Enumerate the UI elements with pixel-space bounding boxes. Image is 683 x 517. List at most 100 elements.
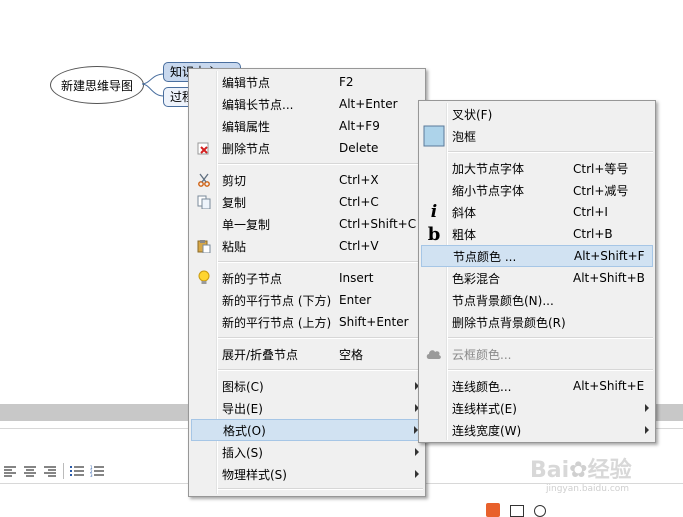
toolbar-separator [63,463,64,479]
menu-item-export[interactable]: 导出(E) [191,397,423,419]
menu-item-shortcut: Alt+Shift+B [573,271,645,285]
menu-item-label: 连线样式(E) [452,401,517,416]
menu-separator [218,488,423,490]
menu-item-icons[interactable]: 图标(C) [191,375,423,397]
menu-item-label: 新的子节点 [222,271,283,286]
menu-item-shortcut: Insert [339,271,374,285]
menu-item-increase-font[interactable]: 加大节点字体 Ctrl+等号 [421,157,653,179]
root-node[interactable]: 新建思维导图 [50,66,144,104]
menu-item-edge-width[interactable]: 连线宽度(W) [421,419,653,441]
menu-item-new-child-node[interactable]: 新的子节点 Insert [191,267,423,289]
menu-item-decrease-font[interactable]: 缩小节点字体 Ctrl+减号 [421,179,653,201]
setting-icon[interactable] [534,505,546,517]
menu-item-remove-node-bg-color[interactable]: 删除节点背景颜色(R) [421,311,653,333]
menu-item-shortcut: Ctrl+Shift+C [339,217,417,231]
menu-item-edge-style[interactable]: 连线样式(E) [421,397,653,419]
submenu-arrow-icon [415,448,419,456]
menu-item-label: 节点背景颜色(N)... [452,293,554,308]
italic-icon: i [430,202,438,222]
menu-item-paste[interactable]: 粘贴 Ctrl+V [191,235,423,257]
submenu-arrow-icon [645,426,649,434]
menu-item-label: 物理样式(S) [222,467,287,482]
menu-item-bold[interactable]: b 粗体 Ctrl+B [421,223,653,245]
align-center-icon[interactable] [20,462,40,480]
menu-item-label: 叉状(F) [452,107,493,122]
menu-item-label: 新的平行节点 (下方) [222,293,332,308]
menu-item-label: 编辑长节点... [222,97,294,112]
align-left-icon[interactable] [0,462,20,480]
menu-item-label: 云框颜色... [452,347,512,362]
menu-item-label: 删除节点背景颜色(R) [452,315,566,330]
menu-item-fork[interactable]: 叉状(F) [421,103,653,125]
menu-item-label: 导出(E) [222,401,263,416]
menu-item-edit-long-node[interactable]: 编辑长节点... Alt+Enter [191,93,423,115]
menu-item-new-sibling-below[interactable]: 新的平行节点 (下方) Enter [191,289,423,311]
menu-item-label: 删除节点 [222,141,271,156]
menu-item-label: 剪切 [222,173,247,188]
menu-item-label: 编辑属性 [222,119,271,134]
scissors-icon [193,169,215,191]
menu-item-label: 编辑节点 [222,75,271,90]
menu-item-delete-node[interactable]: 删除节点 Delete [191,137,423,159]
menu-item-label: 缩小节点字体 [452,183,525,198]
menu-item-label: 泡框 [452,129,477,144]
menu-item-node-color[interactable]: 节点颜色 ... Alt+Shift+F [421,245,653,267]
paw-icon: ✿ [569,458,588,483]
format-submenu: 叉状(F) 泡框 加大节点字体 Ctrl+等号 缩小节点字体 Ctrl+减号 i… [418,100,656,443]
menu-item-shortcut: Ctrl+减号 [573,183,629,198]
paste-icon [193,235,215,257]
menu-item-label: 斜体 [452,205,477,220]
menu-item-label: 连线颜色... [452,379,512,394]
menu-item-shortcut: Alt+Enter [339,97,398,111]
menu-separator [218,163,423,165]
numbered-list-icon[interactable]: 123 [87,462,107,480]
align-right-icon[interactable] [40,462,60,480]
menu-item-shortcut: Ctrl+C [339,195,379,209]
svg-text:3: 3 [90,473,93,477]
menu-item-label: 展开/折叠节点 [222,347,299,362]
copy-icon [193,191,215,213]
menu-item-cut[interactable]: 剪切 Ctrl+X [191,169,423,191]
menu-item-edit-node[interactable]: 编辑节点 F2 [191,71,423,93]
cloud-icon [423,343,445,365]
menu-separator [448,337,653,339]
menu-item-color-blend[interactable]: 色彩混合 Alt+Shift+B [421,267,653,289]
menu-item-shortcut: Ctrl+等号 [573,161,629,176]
baidu-watermark: Bai✿经验 [530,452,632,484]
menu-item-shortcut: Enter [339,293,372,307]
menu-item-label: 加大节点字体 [452,161,525,176]
bullet-list-icon[interactable] [67,462,87,480]
menu-item-node-bg-color[interactable]: 节点背景颜色(N)... [421,289,653,311]
menu-separator [448,151,653,153]
menu-item-cloud-color[interactable]: 云框颜色... [421,343,653,365]
menu-item-shortcut: Alt+F9 [339,119,380,133]
menu-item-new-sibling-above[interactable]: 新的平行节点 (上方) Shift+Enter [191,311,423,333]
delete-icon [193,137,215,159]
menu-item-label: 节点颜色 ... [453,249,517,264]
menu-item-label: 图标(C) [222,379,264,394]
menu-item-shortcut: F2 [339,75,354,89]
menu-item-physical-style[interactable]: 物理样式(S) [191,463,423,485]
menu-separator [218,337,423,339]
menu-item-shortcut: Ctrl+X [339,173,379,187]
menu-item-italic[interactable]: i 斜体 Ctrl+I [421,201,653,223]
menu-item-label: 色彩混合 [452,271,501,286]
menu-item-edit-attributes[interactable]: 编辑属性 Alt+F9 [191,115,423,137]
app-icon[interactable] [486,503,500,517]
menu-item-bubble[interactable]: 泡框 [421,125,653,147]
menu-separator [218,369,423,371]
menu-item-label: 粘贴 [222,239,247,254]
node-connector [142,73,164,97]
watermark-brand2: 经验 [587,458,632,483]
menu-item-copy[interactable]: 复制 Ctrl+C [191,191,423,213]
format-toolbar: 123 [0,460,107,482]
menu-item-insert[interactable]: 插入(S) [191,441,423,463]
grid-icon[interactable] [510,505,524,517]
menu-item-toggle-fold[interactable]: 展开/折叠节点 空格 [191,343,423,365]
menu-item-format[interactable]: 格式(O) [191,419,423,441]
menu-item-label: 连线宽度(W) [452,423,522,438]
watermark-url: jingyan.baidu.com [546,484,630,494]
menu-item-edge-color[interactable]: 连线颜色... Alt+Shift+E [421,375,653,397]
menu-item-single-copy[interactable]: 单一复制 Ctrl+Shift+C [191,213,423,235]
watermark-brand: Bai [530,458,570,483]
